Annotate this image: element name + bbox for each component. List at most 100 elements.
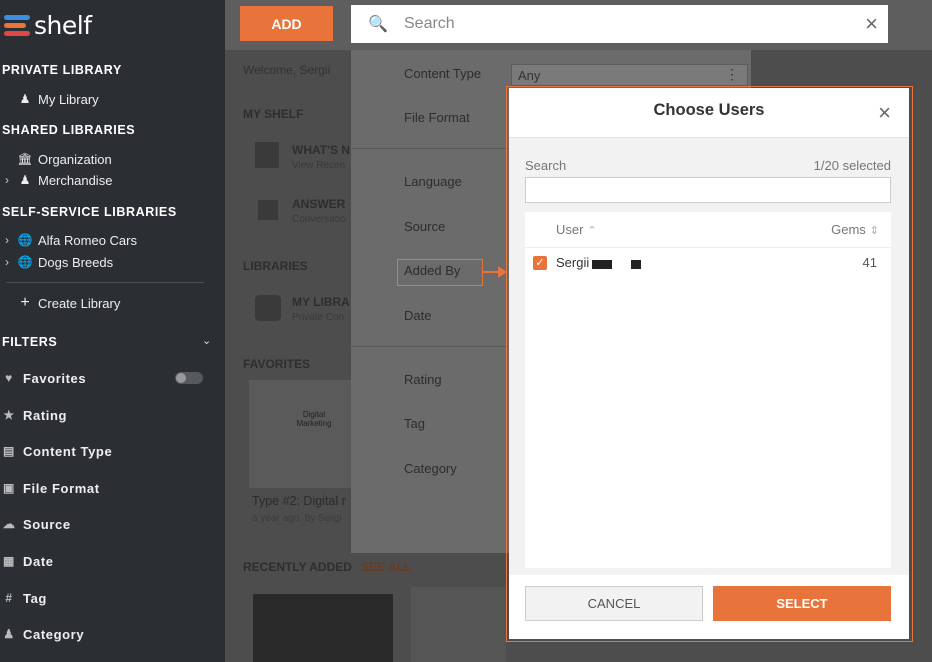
brand-name: shelf — [34, 10, 92, 40]
filter-date[interactable]: ▦ Date — [0, 551, 54, 571]
create-library-button[interactable]: + Create Library — [0, 293, 120, 313]
filters-header[interactable]: FILTERS — [2, 335, 57, 349]
globe-icon: 🌐 — [17, 233, 33, 247]
shelf-logo[interactable]: shelf — [4, 9, 92, 41]
building-icon: 🏛 — [17, 152, 33, 166]
filter-source[interactable]: ☁ Source — [0, 514, 71, 534]
column-header-gems[interactable]: Gems ⇕ — [831, 222, 879, 237]
category-label[interactable]: Category — [404, 461, 457, 476]
divider — [6, 282, 204, 283]
favorites-toggle[interactable] — [175, 372, 203, 384]
column-header-user[interactable]: User ⌃ — [556, 222, 597, 237]
card-thumbnail[interactable]: Digital Marketing — [249, 380, 351, 488]
recently-added-header: RECENTLY ADDED — [243, 560, 352, 574]
date-label[interactable]: Date — [404, 308, 431, 323]
recent-thumbnail[interactable] — [411, 587, 506, 662]
see-all-link[interactable]: SEE ALL — [361, 560, 411, 574]
globe-icon: 🌐 — [17, 255, 33, 269]
filter-label: Date — [23, 553, 54, 569]
close-icon[interactable]: × — [878, 100, 891, 126]
modal-body: Search 1/20 selected User ⌃ Gems ⇕ ✓ Sergi… — [509, 138, 909, 575]
user-search-input[interactable] — [525, 177, 891, 203]
chevron-right-icon[interactable]: › — [0, 233, 14, 247]
thumbnail-title: Digital Marketing — [296, 410, 332, 428]
sidebar-item-dogs-breeds[interactable]: › 🌐 Dogs Breeds — [0, 252, 113, 272]
search-icon: 🔍 — [368, 16, 388, 33]
column-header-label: User — [556, 222, 584, 237]
shared-libraries-header: SHARED LIBRARIES — [2, 123, 136, 137]
favorites-header: FAVORITES — [243, 357, 311, 371]
filter-label: File Format — [23, 480, 100, 496]
file-format-label[interactable]: File Format — [404, 110, 470, 125]
recent-thumbnail[interactable] — [253, 594, 393, 662]
user-gems: 41 — [862, 255, 877, 270]
search-label: Search — [525, 158, 567, 173]
filter-favorites[interactable]: ♥ Favorites — [0, 368, 86, 388]
libraries-header: LIBRARIES — [243, 259, 308, 273]
sort-icon[interactable]: ⌃ — [587, 225, 596, 237]
users-icon: ♟ — [19, 173, 31, 187]
plus-icon: + — [20, 294, 30, 311]
sidebar-item-organization[interactable]: 🏛 Organization — [0, 149, 111, 169]
star-icon: ★ — [3, 408, 15, 422]
filter-label: Category — [23, 626, 85, 642]
search-placeholder: Search — [404, 15, 455, 32]
card-title[interactable]: Type #2: Digital r — [252, 494, 346, 508]
file-icon: ▣ — [3, 481, 15, 495]
sidebar-item-label: Dogs Breeds — [38, 254, 114, 270]
rating-label[interactable]: Rating — [404, 372, 442, 387]
checkbox-checked-icon[interactable]: ✓ — [533, 256, 547, 270]
add-button[interactable]: ADD — [240, 6, 333, 41]
column-header-label: Gems — [831, 222, 866, 237]
redaction-block — [631, 260, 641, 269]
private-library-header: PRIVATE LIBRARY — [2, 63, 122, 77]
calendar-icon: ▦ — [3, 554, 15, 568]
language-label[interactable]: Language — [404, 174, 462, 189]
modal-title: Choose Users — [653, 101, 765, 119]
choose-users-modal: Choose Users × Search 1/20 selected User… — [509, 88, 909, 639]
content-type-select[interactable]: Any ⋮ — [511, 64, 748, 86]
sidebar-item-alfa-romeo[interactable]: › 🌐 Alfa Romeo Cars — [0, 230, 137, 250]
gift-icon — [255, 142, 279, 168]
filter-file-format[interactable]: ▣ File Format — [0, 478, 100, 498]
more-icon: ⋮ — [725, 66, 739, 82]
user-name[interactable]: Sergii — [556, 255, 589, 270]
answer-subtitle: Conversatio — [292, 214, 346, 225]
filter-category[interactable]: ♟ Category — [0, 624, 84, 644]
content-type-label: Content Type — [404, 66, 482, 81]
welcome-text: Welcome, Sergii — [243, 63, 331, 77]
hashtag-icon: # — [5, 591, 13, 605]
global-search-bar[interactable]: 🔍 Search × — [351, 5, 888, 43]
select-button[interactable]: SELECT — [713, 586, 891, 621]
divider — [525, 247, 891, 248]
sidebar-item-merchandise[interactable]: › ♟ Merchandise — [0, 170, 112, 190]
tag-label[interactable]: Tag — [404, 416, 425, 431]
source-label[interactable]: Source — [404, 219, 445, 234]
whats-new-title[interactable]: WHAT'S N — [292, 143, 350, 157]
my-library-title[interactable]: MY LIBRA — [292, 295, 350, 309]
whats-new-subtitle: View Recen — [292, 160, 346, 171]
added-by-highlight — [397, 259, 483, 286]
close-icon[interactable]: × — [865, 11, 878, 37]
chat-icon — [258, 200, 278, 220]
filter-label: Favorites — [23, 370, 87, 386]
filter-rating[interactable]: ★ Rating — [0, 405, 67, 425]
filter-tag[interactable]: # Tag — [0, 588, 47, 608]
heart-icon: ♥ — [5, 371, 13, 385]
self-service-libraries-header: SELF-SERVICE LIBRARIES — [2, 205, 177, 219]
chevron-down-icon[interactable]: ⌄ — [202, 334, 211, 347]
filter-label: Rating — [23, 407, 68, 423]
cloud-icon: ☁ — [2, 517, 16, 531]
sort-icon[interactable]: ⇕ — [870, 225, 879, 237]
card-meta: a year ago, by Sergi — [252, 513, 342, 524]
sidebar-item-my-library[interactable]: ♟ My Library — [0, 89, 99, 109]
filter-label: Source — [23, 516, 71, 532]
redaction-block — [592, 260, 612, 269]
filter-content-type[interactable]: ▤ Content Type — [0, 441, 112, 461]
chevron-right-icon[interactable]: › — [0, 173, 14, 187]
answer-title[interactable]: ANSWER — [292, 197, 345, 211]
cancel-button[interactable]: CANCEL — [525, 586, 703, 621]
category-icon: ♟ — [3, 627, 15, 641]
chevron-right-icon[interactable]: › — [0, 255, 14, 269]
content-type-value: Any — [518, 68, 541, 83]
